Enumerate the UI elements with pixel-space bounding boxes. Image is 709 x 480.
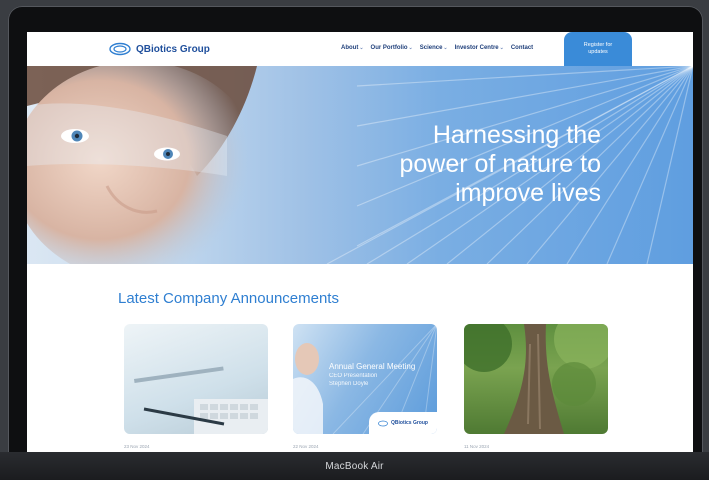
chevron-down-icon: ⌄ [443, 45, 448, 51]
nav-our-portfolio[interactable]: Our Portfolio ⌄ [371, 45, 413, 51]
rainforest-tree-image [464, 324, 608, 434]
announcement-card-3[interactable] [464, 324, 608, 434]
nav-about[interactable]: About ⌄ [341, 45, 364, 51]
site-header: QBiotics Group About ⌄ Our Portfolio ⌄ Sci… [27, 32, 693, 66]
leaf-logo-icon [378, 420, 388, 426]
main-menu: About ⌄ Our Portfolio ⌄ Science ⌄ Investor … [341, 45, 533, 51]
nav-science-label: Science [419, 45, 443, 51]
brand-name: QBiotics Group [136, 43, 210, 55]
keyboard-documents-image [134, 366, 268, 434]
card-2-date: 22 Nov 2024 [293, 444, 319, 449]
card-badge-label: QBiotics Group [391, 420, 428, 426]
agm-overlay-text: Annual General Meeting CEO Presentation … [329, 362, 415, 388]
hero-line-1: Harnessing the [432, 121, 601, 149]
site-logo[interactable]: QBiotics Group [109, 42, 210, 56]
announcement-card-2[interactable]: Annual General Meeting CEO Presentation … [293, 324, 437, 434]
card-1-date: 23 Nov 2024 [124, 444, 150, 449]
agm-title: Annual General Meeting [329, 362, 416, 371]
nav-portfolio-label: Our Portfolio [370, 45, 408, 51]
browser-screen: QBiotics Group About ⌄ Our Portfolio ⌄ Sci… [27, 32, 693, 452]
announcement-card-1[interactable] [124, 324, 268, 434]
card-3-date: 11 Nov 2024 [464, 444, 490, 449]
register-button-label: Register for updates [583, 41, 613, 55]
chevron-down-icon: ⌄ [359, 45, 364, 51]
announcements-heading: Latest Company Announcements [118, 290, 339, 307]
device-label: MacBook Air [325, 461, 384, 472]
card-brand-badge: QBiotics Group [369, 412, 437, 434]
register-for-updates-button[interactable]: Register for updates [564, 32, 632, 66]
nav-investor-label: Investor Centre [454, 45, 499, 51]
hero-line-3: improve lives [455, 179, 601, 207]
agm-subtitle-1: CEO Presentation [329, 373, 378, 379]
hero-line-2: power of nature to [399, 150, 601, 178]
chevron-down-icon: ⌄ [499, 45, 504, 51]
nav-contact-label: Contact [510, 45, 534, 51]
leaf-logo-icon [109, 42, 131, 56]
chevron-down-icon: ⌄ [408, 45, 413, 51]
hero-headline: Harnessing the power of nature to improv… [341, 121, 601, 208]
hero-banner: Harnessing the power of nature to improv… [27, 66, 693, 264]
nav-contact[interactable]: Contact [511, 45, 533, 51]
nav-science[interactable]: Science ⌄ [420, 45, 448, 51]
agm-subtitle-2: Stephen Doyle [329, 381, 369, 387]
nav-investor-centre[interactable]: Investor Centre ⌄ [455, 45, 504, 51]
nav-about-label: About [341, 45, 359, 51]
